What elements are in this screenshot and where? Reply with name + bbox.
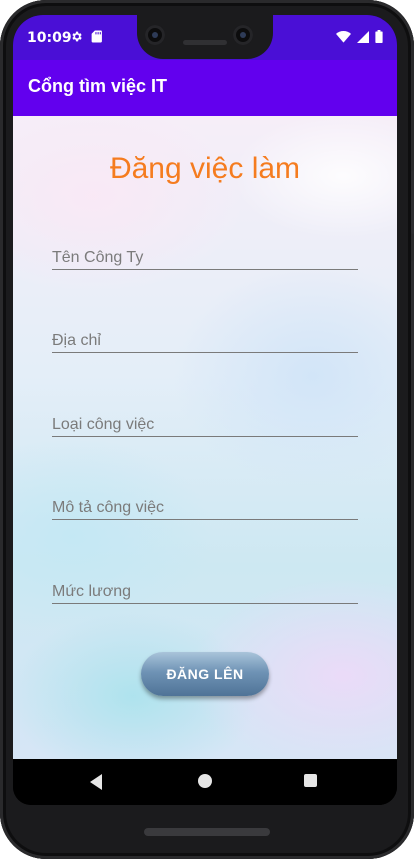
app-title: Cổng tìm việc IT <box>28 76 168 96</box>
post-job-form: Đăng việc làm ĐĂNG LÊN <box>13 116 397 759</box>
front-camera-left <box>145 25 165 45</box>
bottom-speaker <box>144 828 270 836</box>
page-title: Đăng việc làm <box>109 152 301 185</box>
back-icon[interactable] <box>90 774 102 790</box>
job-description-field[interactable] <box>52 483 358 520</box>
app-bar: Cổng tìm việc IT <box>13 60 397 116</box>
navigation-bar <box>13 759 397 805</box>
company-name-field[interactable] <box>52 233 358 270</box>
gear-icon <box>72 31 82 42</box>
recent-apps-icon[interactable] <box>304 774 317 787</box>
status-icons-left <box>70 30 102 43</box>
home-icon[interactable] <box>198 774 212 788</box>
job-type-field[interactable] <box>52 400 358 437</box>
screen: 10:09 Cổng tìm việc IT Đăng việc làm Tên… <box>13 15 397 805</box>
company-name-input[interactable] <box>52 249 358 267</box>
earpiece-speaker <box>183 40 227 45</box>
status-icons-right <box>336 30 383 43</box>
wifi-icon <box>336 30 351 43</box>
front-camera-right <box>233 25 253 45</box>
status-bar: 10:09 <box>13 15 397 60</box>
salary-input[interactable] <box>52 583 358 601</box>
battery-icon <box>375 30 383 43</box>
camera-notch <box>137 15 273 59</box>
device-frame: 10:09 Cổng tìm việc IT Đăng việc làm Tên… <box>0 0 414 859</box>
job-type-input[interactable] <box>52 416 358 434</box>
salary-field[interactable] <box>52 567 358 604</box>
address-field[interactable] <box>52 316 358 353</box>
signal-icon <box>357 30 369 43</box>
submit-button[interactable]: ĐĂNG LÊN <box>141 652 269 696</box>
status-time: 10:09 <box>27 30 72 46</box>
sd-card-icon <box>91 30 102 43</box>
job-description-input[interactable] <box>52 499 358 517</box>
address-input[interactable] <box>52 332 358 350</box>
